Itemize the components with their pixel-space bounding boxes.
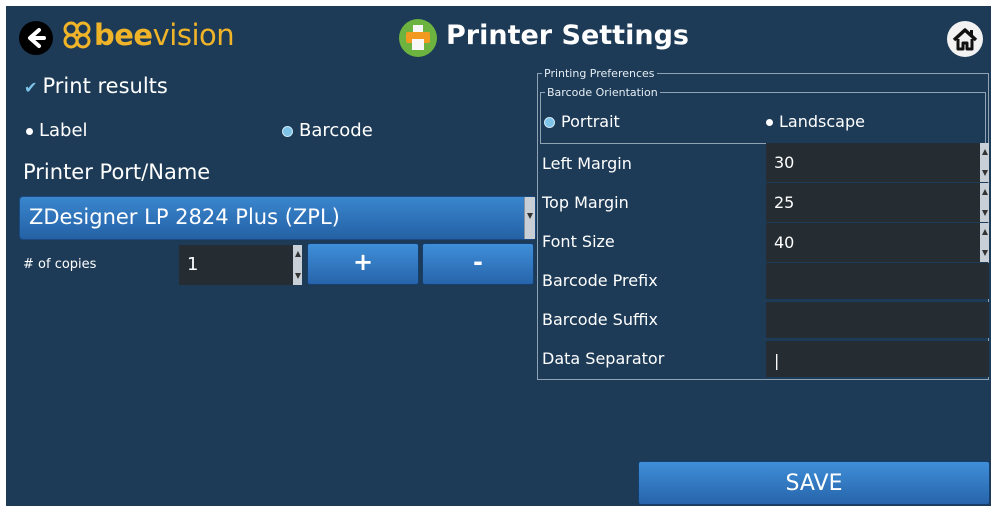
printing-preferences-legend: Printing Preferences (542, 67, 657, 80)
print-results-checkbox[interactable]: ✔ Print results (24, 74, 168, 98)
barcode-orientation-legend: Barcode Orientation (545, 86, 660, 99)
radio-portrait[interactable]: Portrait (544, 112, 620, 131)
radio-barcode-text: Barcode (299, 120, 373, 141)
stepper-arrows-icon[interactable] (980, 143, 989, 182)
decrement-label: - (473, 248, 483, 276)
radio-label[interactable]: Label (26, 120, 88, 141)
dropdown-arrow-icon[interactable] (524, 197, 535, 239)
top-margin-label: Top Margin (542, 193, 629, 212)
stepper-arrows-icon[interactable] (293, 245, 302, 285)
checkmark-icon: ✔ (24, 78, 38, 97)
barcode-suffix-label: Barcode Suffix (542, 310, 658, 329)
left-margin-label: Left Margin (542, 154, 632, 173)
radio-unselected-icon (766, 119, 773, 126)
printer-settings-window: beevision Printer Settings ✔ Print resul… (6, 6, 991, 506)
radio-landscape[interactable]: Landscape (766, 112, 865, 131)
radio-landscape-text: Landscape (779, 112, 865, 131)
decrement-button[interactable]: - (422, 243, 534, 285)
font-size-stepper[interactable]: 40 (766, 223, 989, 262)
data-separator-label: Data Separator (542, 349, 665, 368)
home-button[interactable] (947, 21, 983, 57)
data-separator-value: | (774, 351, 780, 370)
radio-label-text: Label (39, 120, 88, 141)
brand-logo: beevision (94, 18, 235, 52)
barcode-suffix-input[interactable] (766, 302, 989, 338)
increment-button[interactable]: + (307, 243, 419, 285)
copies-label: # of copies (23, 257, 97, 272)
radio-barcode[interactable]: Barcode (282, 120, 373, 141)
save-button[interactable]: SAVE (638, 461, 990, 505)
save-label: SAVE (785, 471, 843, 496)
back-arrow-icon (28, 28, 46, 48)
increment-label: + (352, 248, 374, 276)
bee-logo-icon (63, 21, 91, 49)
copies-stepper[interactable]: 1 (179, 245, 302, 285)
left-margin-stepper[interactable]: 30 (766, 143, 989, 182)
page-title: Printer Settings (446, 20, 689, 51)
radio-selected-icon (282, 125, 293, 137)
stepper-arrows-icon[interactable] (980, 183, 989, 222)
data-separator-input[interactable]: | (766, 341, 989, 377)
printer-select-value: ZDesigner LP 2824 Plus (ZPL) (29, 205, 340, 229)
printer-select[interactable]: ZDesigner LP 2824 Plus (ZPL) (19, 196, 536, 240)
barcode-prefix-label: Barcode Prefix (542, 271, 658, 290)
logo-text-bold: bee (94, 18, 153, 52)
barcode-prefix-input[interactable] (766, 263, 989, 299)
home-icon (952, 28, 978, 51)
top-margin-value: 25 (774, 193, 795, 212)
stepper-arrows-icon[interactable] (980, 223, 989, 262)
printer-port-label: Printer Port/Name (23, 160, 211, 184)
top-margin-stepper[interactable]: 25 (766, 183, 989, 222)
logo-text-light: vision (152, 18, 235, 52)
print-results-label: Print results (42, 74, 168, 98)
font-size-value: 40 (774, 233, 795, 252)
back-button[interactable] (19, 21, 53, 55)
radio-portrait-text: Portrait (561, 112, 620, 131)
left-margin-value: 30 (774, 153, 795, 172)
printer-icon (399, 19, 437, 57)
radio-unselected-icon (26, 127, 33, 135)
copies-value: 1 (187, 254, 199, 275)
font-size-label: Font Size (542, 232, 615, 251)
radio-selected-icon (544, 117, 555, 128)
